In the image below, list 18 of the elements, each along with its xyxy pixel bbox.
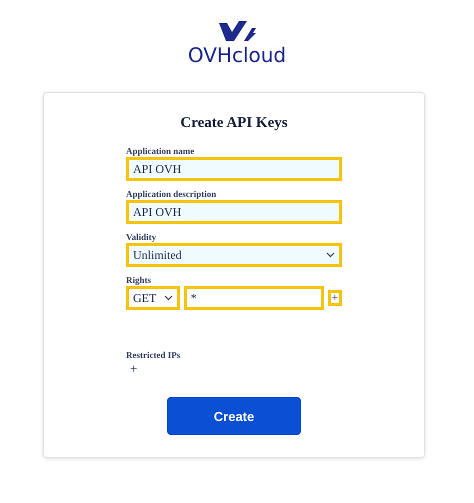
path-field[interactable]: * [184, 286, 324, 310]
validity-select[interactable]: Unlimited [126, 243, 342, 267]
field-label: Restricted IPs [126, 350, 182, 360]
method-select[interactable]: GET [126, 286, 180, 310]
field-label: Validity [126, 232, 158, 242]
add-right-button[interactable]: + [328, 290, 342, 306]
field-label: Application name [126, 146, 196, 156]
logo-icon [217, 20, 257, 42]
form-title: Create API Keys [180, 115, 288, 132]
field-label: Application description [126, 189, 218, 199]
add-ip-button[interactable]: + [126, 361, 142, 377]
input-field[interactable]: API OVH [126, 157, 342, 181]
input-field[interactable]: API OVH [126, 200, 342, 224]
field-label: Rights [126, 275, 152, 285]
chevron-icon [326, 252, 335, 258]
chevron-icon [164, 295, 173, 301]
logo-text: OVHcloud [188, 43, 286, 67]
create-button[interactable]: Create [167, 397, 301, 435]
